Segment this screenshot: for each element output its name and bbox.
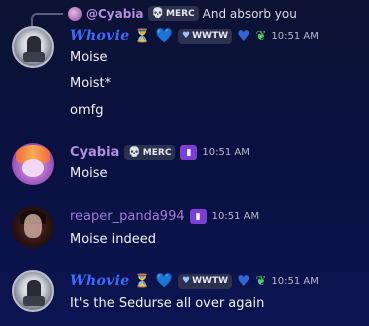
message-header: Whovie ⏳ 💙 ♥ WWTW ♥ ❦ 10:51 AM (70, 272, 319, 290)
hourglass-icon: ⏳ (134, 273, 151, 289)
message-text: Moise (70, 50, 108, 65)
skull-icon: 💀 (151, 8, 164, 19)
message-group: reaper_panda994 ▮ 10:51 AM Moise indeed (0, 206, 369, 252)
message-text: It's the Sedurse all over again (70, 296, 265, 311)
twitch-icon: ▮ (180, 145, 198, 160)
guild-tag-label: WWTW (192, 276, 229, 286)
avatar[interactable] (12, 206, 54, 248)
timestamp[interactable]: 10:51 AM (202, 147, 249, 158)
twitch-icon: ▮ (189, 209, 207, 224)
timestamp[interactable]: 10:51 AM (271, 276, 318, 287)
heart-icon: ♥ (237, 27, 251, 45)
avatar-face (22, 159, 44, 177)
author-name[interactable]: Whovie (70, 28, 129, 44)
avatar-figure-base (23, 296, 45, 306)
avatar-figure-base (23, 52, 45, 62)
message-group: Cyabia 💀 MERC ▮ 10:51 AM Moise (0, 143, 369, 189)
message-text: Moist* (70, 76, 112, 91)
reply-guild-tag[interactable]: 💀 MERC (147, 6, 199, 21)
message-group: Whovie ⏳ 💙 ♥ WWTW ♥ ❦ 10:51 AM It's the S… (0, 270, 369, 326)
message-text: Moise (70, 166, 108, 181)
author-name[interactable]: Cyabia (70, 145, 119, 160)
timestamp[interactable]: 10:51 AM (271, 31, 318, 42)
guild-tag[interactable]: ♥ WWTW (178, 28, 233, 44)
reply-connector (31, 13, 63, 27)
guild-tag-label: MERC (142, 147, 172, 158)
reply-preview[interactable]: @Cyabia 💀 MERC And absorb you (0, 4, 369, 27)
reply-avatar (68, 6, 82, 21)
message-header: reaper_panda994 ▮ 10:51 AM (70, 209, 259, 224)
heart-icon: ♥ (237, 272, 251, 290)
message-text: omfg (70, 103, 104, 118)
leaf-icon: ❦ (255, 273, 267, 289)
heart-icon: ♥ (182, 276, 191, 286)
heart-icon: 💙 (155, 28, 174, 44)
message-header: Whovie ⏳ 💙 ♥ WWTW ♥ ❦ 10:51 AM (70, 27, 319, 45)
reply-username[interactable]: @Cyabia (86, 7, 144, 21)
guild-tag-label: WWTW (192, 31, 229, 41)
reply-content[interactable]: @Cyabia 💀 MERC And absorb you (68, 6, 297, 21)
avatar[interactable] (12, 143, 54, 185)
leaf-icon: ❦ (255, 28, 267, 44)
heart-icon: ♥ (182, 31, 191, 41)
avatar[interactable] (12, 26, 54, 68)
reply-text: And absorb you (202, 6, 297, 21)
reply-tag-label: MERC (165, 8, 195, 19)
guild-tag[interactable]: ♥ WWTW (178, 273, 233, 289)
avatar-face (24, 214, 42, 238)
message-header: Cyabia 💀 MERC ▮ 10:51 AM (70, 145, 250, 160)
message-text: Moise indeed (70, 232, 157, 247)
avatar[interactable] (12, 270, 54, 312)
author-name[interactable]: Whovie (70, 273, 129, 289)
message-group: Whovie ⏳ 💙 ♥ WWTW ♥ ❦ 10:51 AM Moise Mois… (0, 26, 369, 126)
timestamp[interactable]: 10:51 AM (212, 211, 259, 222)
heart-icon: 💙 (155, 273, 174, 289)
skull-icon: 💀 (128, 147, 141, 158)
author-name[interactable]: reaper_panda994 (70, 209, 185, 224)
guild-tag[interactable]: 💀 MERC (124, 145, 176, 160)
hourglass-icon: ⏳ (134, 28, 151, 44)
